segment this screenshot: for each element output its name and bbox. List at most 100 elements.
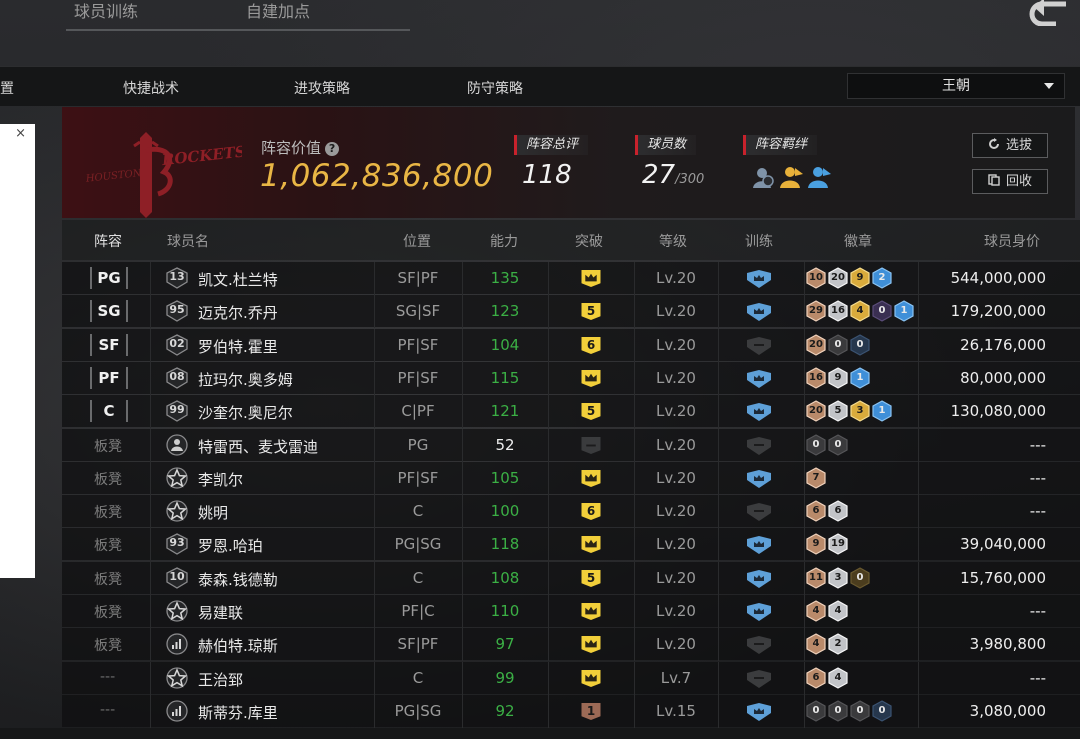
table-row[interactable]: 板凳 姚明 C 100 6 Lv.20 6 6 --- [62,495,1080,529]
table-row[interactable]: 板凳 特雷西、麦戈雷迪 PG 52 Lv.20 0 0 --- [62,428,1080,462]
bond-icons[interactable] [751,164,835,190]
player-name[interactable]: 迈克尔.乔丹 [198,302,278,323]
player-rating: 97 [495,635,515,654]
subnav-quick-tactics[interactable]: 快捷战术 [123,78,179,98]
table-row[interactable]: SF 02 罗伯特.霍里 PF|SF 104 6 Lv.20 20 0 0 26,176,000 [62,328,1080,362]
badge-hex: 16 [806,367,826,389]
player-name[interactable]: 易建联 [198,602,243,623]
table-row[interactable]: 板凳 93 罗恩.哈珀 PG|SG 118 Lv.20 9 19 39,040,000 [62,528,1080,562]
person-icon [166,433,188,456]
player-name[interactable]: 斯蒂芬.库里 [198,702,278,723]
badge-hex: 4 [828,600,848,622]
mode-select[interactable]: 王朝 [847,73,1065,99]
training-icon[interactable] [746,369,772,389]
cell-divider [918,595,919,628]
cell-divider [150,328,151,362]
breakthrough-level: 5 [586,404,596,419]
table-row[interactable]: SG 95 迈克尔.乔丹 SG|SF 123 5 Lv.20 29 16 4 0 1 179,200,0… [62,295,1080,329]
training-icon[interactable] [746,669,772,689]
training-icon[interactable] [746,436,772,456]
col-rating[interactable]: 能力 [490,231,518,251]
player-name[interactable]: 李凯尔 [198,469,243,490]
player-level: Lv.7 [660,668,692,687]
col-player-value[interactable]: 球员身价 [984,231,1040,251]
badge-hex: 0 [828,700,848,722]
badge-hex: 0 [850,333,870,356]
table-row[interactable]: 板凳 10 泰森.钱德勒 C 108 5 Lv.20 11 3 0 15,760,000 [62,561,1080,595]
recycle-button[interactable]: 回收 [972,169,1048,194]
training-icon[interactable] [746,269,772,289]
badge-count: 11 [809,571,823,583]
training-icon[interactable] [746,336,772,356]
col-position[interactable]: 位置 [403,231,431,251]
cell-divider [918,262,919,295]
col-player-name[interactable]: 球员名 [167,231,209,251]
badge-count: 20 [809,338,823,350]
table-row[interactable]: PF 08 拉玛尔.奥多姆 PF|SF 115 Lv.20 16 9 1 80,000,000 [62,361,1080,395]
player-position: SG|SF [395,302,441,321]
training-icon[interactable] [746,635,772,655]
cell-divider [804,328,805,362]
close-icon[interactable]: × [15,126,26,141]
cell-divider [548,694,549,728]
bench-label: 板凳 [94,438,122,455]
breakthrough-crown-icon [580,469,602,488]
player-name[interactable]: 姚明 [198,502,228,523]
player-value: --- [1029,668,1046,687]
cell-divider [804,428,805,462]
training-icon[interactable] [746,569,772,589]
table-row[interactable]: 板凳 李凯尔 PF|SF 105 Lv.20 7 --- [62,461,1080,495]
col-breakthrough[interactable]: 突破 [575,231,603,251]
player-name[interactable]: 罗恩.哈珀 [198,535,263,556]
player-name[interactable]: 王治郅 [198,669,243,690]
subnav-defense-strategy[interactable]: 防守策略 [467,78,523,98]
cell-divider [150,395,151,429]
player-position: PF|SF [397,468,439,487]
col-level[interactable]: 等级 [659,231,687,251]
help-icon[interactable]: ? [325,142,340,156]
table-row[interactable]: 板凳 易建联 PF|C 110 Lv.20 4 4 --- [62,595,1080,628]
col-badges[interactable]: 徽章 [844,231,872,251]
tab-custom-points[interactable]: 自建加点 [238,0,410,31]
badge-hex: 1 [850,367,870,389]
player-name[interactable]: 泰森.钱德勒 [198,569,278,590]
jersey-number: 13 [169,270,185,283]
badge-count: 9 [812,538,820,550]
badge-count: 0 [878,305,886,317]
training-icon[interactable] [746,502,772,522]
player-name[interactable]: 凯文.杜兰特 [198,269,278,290]
breakthrough-level: 1 [586,703,596,718]
table-row[interactable]: --- 王治郅 C 99 Lv.7 6 4 --- [62,661,1080,695]
player-name[interactable]: 罗伯特.霍里 [198,336,278,357]
col-lineup[interactable]: 阵容 [94,231,122,251]
position-slot-badge: C [90,400,128,423]
player-name[interactable]: 赫伯特.琼斯 [198,635,278,656]
bench-label: 板凳 [94,605,122,621]
badge-hex: 20 [828,267,848,289]
badge-hex: 11 [806,567,826,589]
training-icon[interactable] [746,402,772,422]
unassigned-label: --- [100,701,116,718]
table-row[interactable]: --- 斯蒂芬.库里 PG|SG 92 1 Lv.15 0 0 0 0 3,080,000 [62,694,1080,728]
scout-button[interactable]: 选拔 [972,133,1048,158]
table-row[interactable]: C 99 沙奎尔.奥尼尔 C|PF 121 5 Lv.20 20 5 3 1 130,080,000 [62,395,1080,429]
player-name[interactable]: 拉玛尔.奥多姆 [198,369,293,390]
lineup-bond-label: 阵容羁绊 [743,135,818,155]
table-row[interactable]: 板凳 赫伯特.琼斯 SF|PF 97 Lv.20 4 2 3,980,800 [62,628,1080,662]
training-icon[interactable] [746,535,772,555]
training-icon[interactable] [746,602,772,622]
player-name[interactable]: 特雷西、麦戈雷迪 [198,436,318,457]
breakthrough-crown-icon [580,669,602,688]
subnav-offense-strategy[interactable]: 进攻策略 [294,78,350,98]
training-icon[interactable] [746,469,772,489]
tab-player-training[interactable]: 球员训练 [66,0,238,31]
player-name[interactable]: 沙奎尔.奥尼尔 [198,402,293,423]
col-training[interactable]: 训练 [745,231,773,251]
back-arrow-icon[interactable] [1026,0,1072,26]
badge-hex: 9 [828,367,848,389]
training-icon[interactable] [746,302,772,322]
subnav-item-partial[interactable]: 置 [0,78,14,98]
breakthrough-shape [581,469,601,487]
training-icon[interactable] [746,702,772,722]
table-row[interactable]: PG 13 凯文.杜兰特 SF|PF 135 Lv.20 10 20 9 2 544,000,000 [62,262,1080,295]
